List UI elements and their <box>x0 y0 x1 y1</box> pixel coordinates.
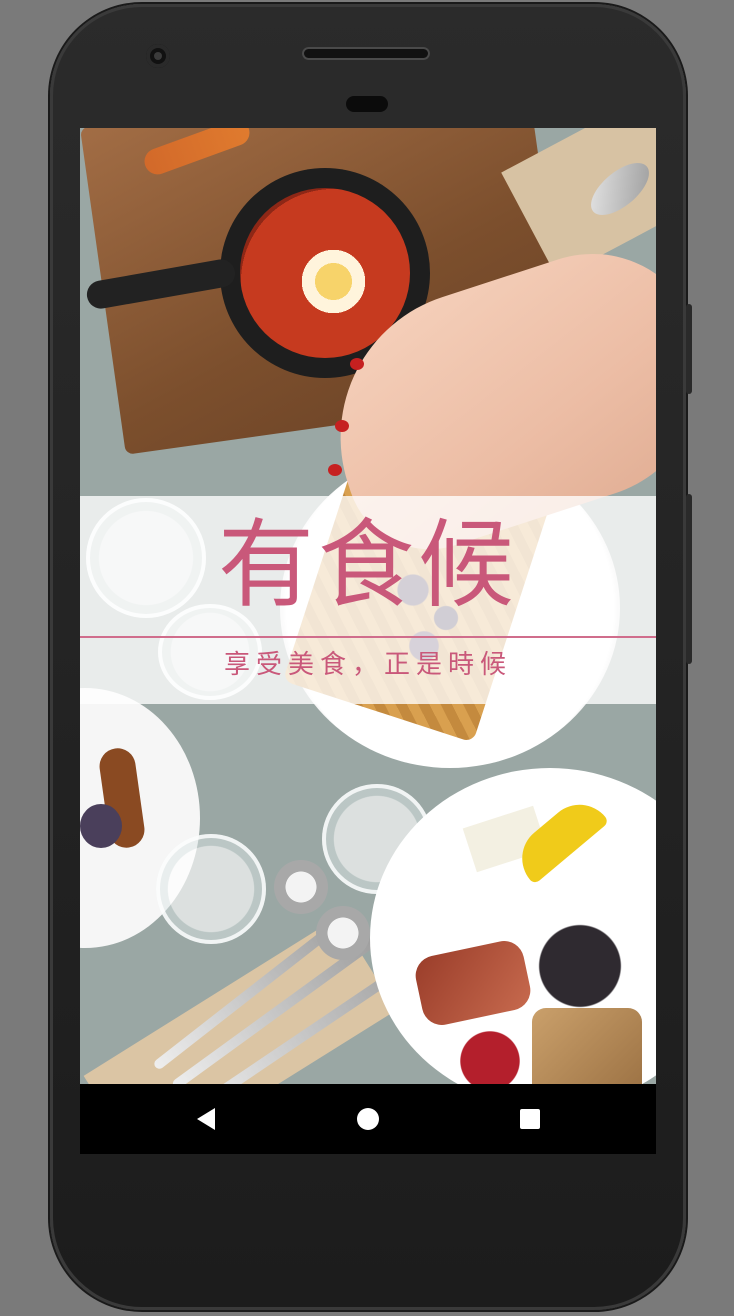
pepper-shaker <box>316 906 370 960</box>
back-button[interactable] <box>166 1084 246 1154</box>
recents-button[interactable] <box>490 1084 570 1154</box>
volume-button <box>686 494 692 664</box>
toast <box>532 1008 642 1084</box>
black-pudding-bowl <box>530 918 630 1014</box>
salt-shaker <box>274 860 328 914</box>
earpiece-speaker <box>302 47 430 60</box>
nail <box>350 358 364 370</box>
screen: 有食候 享受美食，正是時候 <box>80 128 656 1154</box>
water-glass <box>156 834 266 944</box>
android-navigation-bar <box>80 1084 656 1154</box>
recents-square-icon <box>520 1109 540 1129</box>
brand-banner: 有食候 享受美食，正是時候 <box>80 496 656 704</box>
back-triangle-icon <box>197 1108 215 1130</box>
home-button[interactable] <box>328 1084 408 1154</box>
proximity-sensor <box>346 96 388 112</box>
purple-potato <box>80 804 122 848</box>
app-tagline: 享受美食，正是時候 <box>223 650 512 680</box>
nail <box>335 420 349 432</box>
nail <box>328 464 342 476</box>
front-camera <box>146 44 170 68</box>
banner-divider <box>80 636 656 638</box>
power-button <box>686 304 692 394</box>
home-circle-icon <box>357 1108 379 1130</box>
phone-frame: 有食候 享受美食，正是時候 <box>50 4 692 1310</box>
app-logo-title: 有食候 <box>218 509 518 621</box>
